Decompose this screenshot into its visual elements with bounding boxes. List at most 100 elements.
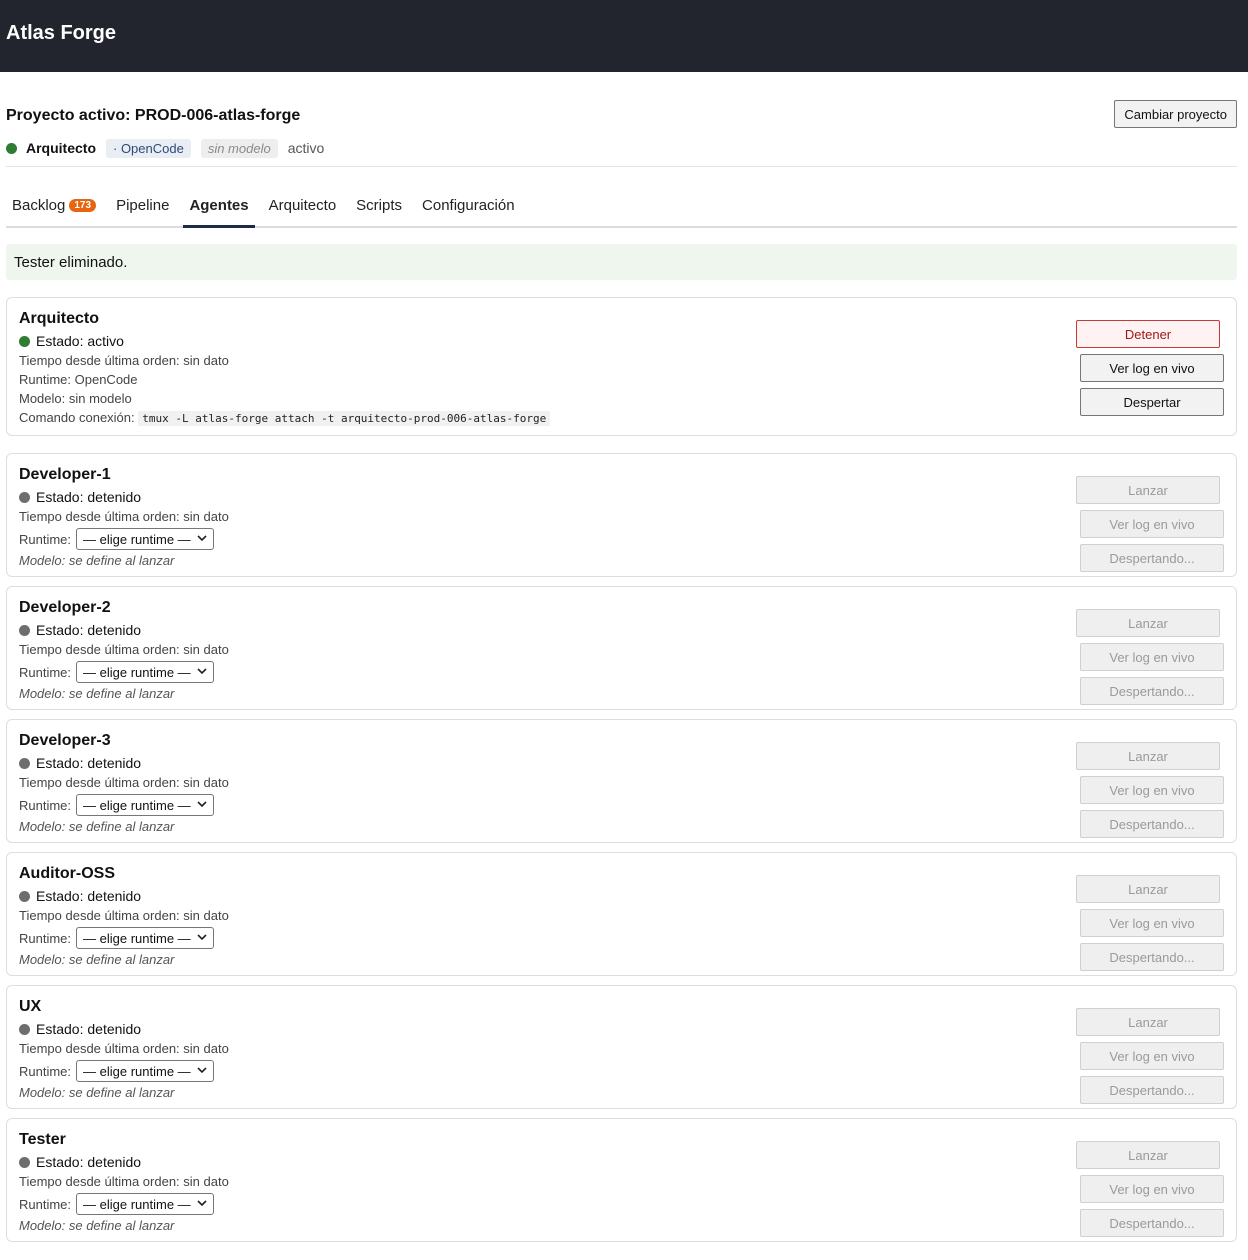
tab-arquitecto[interactable]: Arquitecto — [263, 197, 343, 228]
view-log-button[interactable]: Ver log en vivo — [1080, 510, 1224, 538]
agent-last-order: Tiempo desde última orden: sin dato — [19, 775, 229, 790]
runtime-select[interactable]: — elige runtime — — [76, 927, 215, 949]
agent-state-text: Estado: detenido — [36, 888, 142, 904]
agent-runtime-row: Runtime: — elige runtime — — [19, 927, 229, 949]
agent-state: Estado: activo — [19, 333, 550, 349]
agent-state-text: Estado: detenido — [36, 1021, 142, 1037]
agent-state: Estado: detenido — [19, 489, 229, 505]
agent-state: Estado: detenido — [19, 755, 229, 771]
connection-label: Comando conexión: — [19, 410, 135, 425]
model-chip: sin modelo — [200, 138, 278, 158]
stop-button[interactable]: Detener — [1076, 320, 1220, 348]
architect-status-bar: Arquitecto · OpenCode sin modelo activo — [6, 135, 1237, 161]
view-log-button[interactable]: Ver log en vivo — [1080, 354, 1224, 382]
agent-name: Developer-3 — [19, 732, 111, 749]
view-log-button[interactable]: Ver log en vivo — [1080, 1175, 1224, 1203]
agent-state-text: Estado: detenido — [36, 1154, 142, 1170]
agent-card-ux: UX Estado: detenido Tiempo desde última … — [6, 985, 1237, 1109]
agent-last-order: Tiempo desde última orden: sin dato — [19, 353, 229, 368]
runtime-label: Runtime: — [19, 797, 72, 813]
agent-name: UX — [19, 998, 42, 1015]
runtime-label: Runtime: — [19, 930, 72, 946]
agent-name: Arquitecto — [19, 310, 99, 327]
tab-configuracion[interactable]: Configuración — [416, 197, 521, 228]
agent-actions: Lanzar Ver log en vivo Despertando... — [1076, 732, 1224, 842]
active-project-title: Proyecto activo: PROD-006-atlas-forge — [6, 107, 301, 124]
runtime-select-value: — elige runtime — — [83, 797, 191, 813]
agent-list: Developer-1 Estado: detenido Tiempo desd… — [6, 453, 1237, 1242]
status-dot-icon — [19, 335, 30, 347]
agent-runtime-row: Runtime: — elige runtime — — [19, 1193, 229, 1215]
agent-state-text: Estado: detenido — [36, 489, 142, 505]
runtime-label: Runtime: — [19, 664, 72, 680]
agent-info: Developer-3 Estado: detenido Tiempo desd… — [19, 732, 229, 842]
waking-button[interactable]: Despertando... — [1080, 544, 1224, 572]
agent-actions: Detener Ver log en vivo Despertar — [1076, 310, 1224, 435]
status-dot-icon — [19, 890, 30, 902]
agent-info: Auditor-OSS Estado: detenido Tiempo desd… — [19, 865, 229, 975]
tab-scripts[interactable]: Scripts — [350, 197, 408, 228]
status-dot-icon — [19, 757, 30, 769]
agent-state-text: Estado: detenido — [36, 622, 142, 638]
agent-name: Developer-2 — [19, 599, 111, 616]
agent-name: Auditor-OSS — [19, 865, 115, 882]
chevron-down-icon — [197, 933, 207, 944]
launch-button[interactable]: Lanzar — [1076, 1141, 1220, 1169]
agent-actions: Lanzar Ver log en vivo Despertando... — [1076, 865, 1224, 975]
runtime-select[interactable]: — elige runtime — — [76, 528, 215, 550]
agent-model-note: Modelo: se define al lanzar — [19, 819, 175, 834]
runtime-select[interactable]: — elige runtime — — [76, 1060, 215, 1082]
runtime-select[interactable]: — elige runtime — — [76, 1193, 215, 1215]
agent-actions: Lanzar Ver log en vivo Despertando... — [1076, 466, 1224, 576]
agent-model-note: Modelo: se define al lanzar — [19, 952, 175, 967]
runtime-chip: · OpenCode — [106, 138, 191, 158]
launch-button[interactable]: Lanzar — [1076, 1008, 1220, 1036]
runtime-label: Runtime: — [19, 531, 72, 547]
agent-runtime-row: Runtime: — elige runtime — — [19, 528, 229, 550]
runtime-label: Runtime: — [19, 1196, 72, 1212]
agent-model-note: Modelo: se define al lanzar — [19, 553, 175, 568]
agent-model: Modelo: sin modelo — [19, 391, 132, 406]
waking-button[interactable]: Despertando... — [1080, 810, 1224, 838]
tab-pipeline[interactable]: Pipeline — [110, 197, 175, 228]
tab-label: Backlog — [12, 197, 66, 214]
tab-agentes[interactable]: Agentes — [183, 197, 255, 228]
agent-last-order: Tiempo desde última orden: sin dato — [19, 509, 229, 524]
change-project-button[interactable]: Cambiar proyecto — [1114, 100, 1237, 128]
tab-backlog[interactable]: Backlog 173 — [6, 197, 102, 228]
agent-last-order: Tiempo desde última orden: sin dato — [19, 1041, 229, 1056]
launch-button[interactable]: Lanzar — [1076, 476, 1220, 504]
launch-button[interactable]: Lanzar — [1076, 609, 1220, 637]
chevron-down-icon — [197, 1199, 207, 1210]
view-log-button[interactable]: Ver log en vivo — [1080, 643, 1224, 671]
runtime-select-value: — elige runtime — — [83, 1063, 191, 1079]
agent-info: Developer-1 Estado: detenido Tiempo desd… — [19, 466, 229, 576]
launch-button[interactable]: Lanzar — [1076, 742, 1220, 770]
view-log-button[interactable]: Ver log en vivo — [1080, 776, 1224, 804]
agent-actions: Lanzar Ver log en vivo Despertando... — [1076, 599, 1224, 709]
launch-button[interactable]: Lanzar — [1076, 875, 1220, 903]
status-agent-name: Arquitecto — [26, 140, 96, 156]
wake-button[interactable]: Despertar — [1080, 388, 1224, 416]
agent-runtime-row: Runtime: — elige runtime — — [19, 794, 229, 816]
agent-model-note: Modelo: se define al lanzar — [19, 686, 175, 701]
runtime-select-value: — elige runtime — — [83, 664, 191, 680]
waking-button[interactable]: Despertando... — [1080, 677, 1224, 705]
waking-button[interactable]: Despertando... — [1080, 1076, 1224, 1104]
agent-info: Arquitecto Estado: activo Tiempo desde ú… — [19, 310, 551, 435]
runtime-label: Runtime: — [19, 1063, 72, 1079]
runtime-select-value: — elige runtime — — [83, 930, 191, 946]
status-dot-icon — [19, 1023, 30, 1035]
view-log-button[interactable]: Ver log en vivo — [1080, 909, 1224, 937]
agent-state: Estado: detenido — [19, 1021, 229, 1037]
status-dot-icon — [6, 142, 17, 154]
agent-card-developer-1: Developer-1 Estado: detenido Tiempo desd… — [6, 453, 1237, 577]
runtime-select[interactable]: — elige runtime — — [76, 661, 215, 683]
waking-button[interactable]: Despertando... — [1080, 1209, 1224, 1237]
agent-last-order: Tiempo desde última orden: sin dato — [19, 642, 229, 657]
waking-button[interactable]: Despertando... — [1080, 943, 1224, 971]
runtime-select[interactable]: — elige runtime — — [76, 794, 215, 816]
tab-label: Pipeline — [116, 197, 170, 214]
view-log-button[interactable]: Ver log en vivo — [1080, 1042, 1224, 1070]
connection-command-code: tmux -L atlas-forge attach -t arquitecto… — [138, 411, 551, 426]
